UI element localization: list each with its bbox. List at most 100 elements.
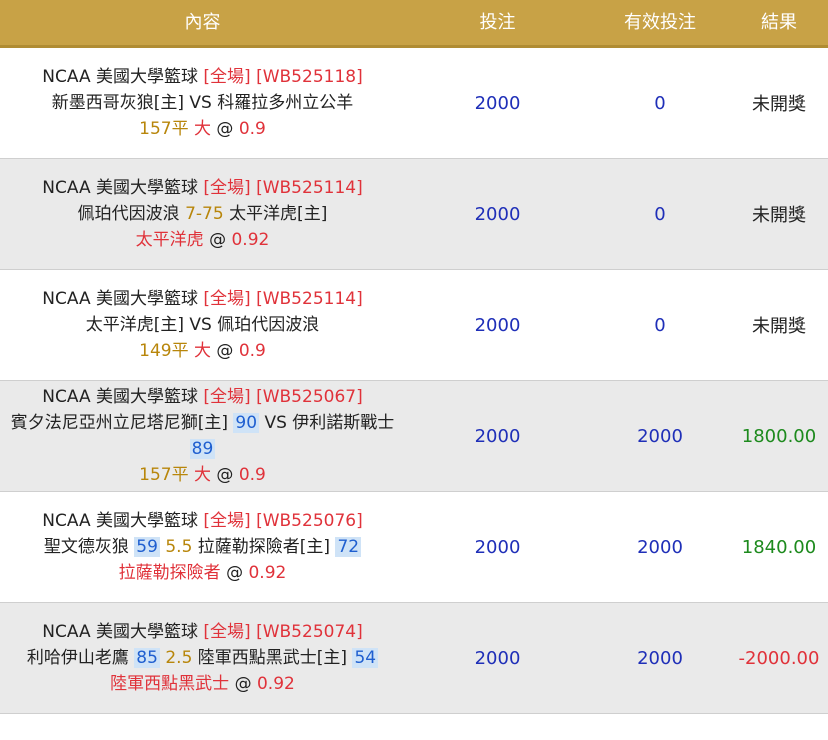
table-row[interactable]: NCAA 美國大學籃球 [全場] [WB525118] 新墨西哥灰狼[主] VS… [0, 48, 828, 159]
bet-code: [WB525076] [256, 511, 363, 531]
pick-line: 太平洋虎 @ 0.92 [136, 227, 270, 253]
table-row[interactable]: NCAA 美國大學籃球 [全場] [WB525067] 賓夕法尼亞州立尼塔尼獅[… [0, 381, 828, 492]
team-b: 陸軍西點黑武士[主] [197, 648, 348, 668]
pick-label: 拉薩勒探險者 [118, 563, 221, 583]
vs-label: VS [189, 93, 212, 113]
bet-code: [WB525114] [256, 289, 363, 309]
league-name: NCAA 美國大學籃球 [42, 511, 198, 531]
result-value: 1840.00 [741, 536, 817, 558]
pick-label: 太平洋虎 [135, 230, 204, 250]
bet-content: NCAA 美國大學籃球 [全場] [WB525076] 聖文德灰狼 59 5.5… [0, 492, 405, 602]
pick-label: 大 [194, 119, 211, 139]
bet-amount: 2000 [474, 203, 521, 225]
bet-title-line: NCAA 美國大學籃球 [全場] [WB525067] [42, 384, 362, 410]
bet-content: NCAA 美國大學籃球 [全場] [WB525074] 利哈伊山老鷹 85 2.… [0, 603, 405, 713]
table-row[interactable]: NCAA 美國大學籃球 [全場] [WB525074] 利哈伊山老鷹 85 2.… [0, 603, 828, 714]
table-row[interactable]: NCAA 美國大學籃球 [全場] [WB525076] 聖文德灰狼 59 5.5… [0, 492, 828, 603]
bet-content: NCAA 美國大學籃球 [全場] [WB525067] 賓夕法尼亞州立尼塔尼獅[… [0, 381, 405, 491]
pick-line: 拉薩勒探險者 @ 0.92 [119, 560, 287, 586]
period-tag: [全場] [203, 511, 251, 531]
home-team: 賓夕法尼亞州立尼塔尼獅[主] [10, 413, 228, 433]
valid-bet-amount: 0 [654, 314, 666, 336]
total-line: 157平 [139, 119, 189, 139]
odds-value: 0.9 [238, 465, 266, 485]
bet-amount: 2000 [474, 425, 521, 447]
league-name: NCAA 美國大學籃球 [42, 289, 198, 309]
period-tag: [全場] [203, 387, 251, 407]
odds-value: 0.92 [248, 563, 287, 583]
total-line: 149平 [139, 341, 189, 361]
team-a: 佩珀代因波浪 [77, 204, 180, 224]
column-header-result: 結果 [761, 12, 797, 33]
bet-code: [WB525118] [256, 67, 363, 87]
bet-amount: 2000 [474, 536, 521, 558]
team-a: 利哈伊山老鷹 [26, 648, 129, 668]
score-b: 54 [352, 648, 379, 668]
at-sign: @ [234, 674, 252, 694]
column-header-valid-bet: 有效投注 [624, 12, 696, 33]
bet-code: [WB525067] [256, 387, 363, 407]
score-b: 72 [335, 537, 362, 557]
column-header-bet: 投注 [479, 12, 516, 33]
home-score: 90 [233, 413, 260, 433]
valid-bet-amount: 2000 [637, 536, 683, 558]
league-name: NCAA 美國大學籃球 [42, 67, 198, 87]
league-name: NCAA 美國大學籃球 [42, 178, 198, 198]
matchup-line: 利哈伊山老鷹 85 2.5 陸軍西點黑武士[主] 54 [26, 645, 379, 671]
bet-title-line: NCAA 美國大學籃球 [全場] [WB525076] [42, 508, 362, 534]
pick-label: 大 [194, 341, 211, 361]
away-team: 伊利諾斯戰士 [292, 413, 395, 433]
table-header: 內容 投注 有效投注 結果 [0, 0, 828, 48]
bet-title-line: NCAA 美國大學籃球 [全場] [WB525114] [42, 286, 362, 312]
odds-value: 0.92 [231, 230, 270, 250]
home-team: 新墨西哥灰狼[主] [51, 93, 185, 113]
valid-bet-amount: 0 [654, 203, 666, 225]
pick-line: 陸軍西點黑武士 @ 0.92 [110, 671, 295, 697]
period-tag: [全場] [203, 178, 251, 198]
odds-value: 0.9 [238, 341, 266, 361]
away-team: 佩珀代因波浪 [217, 315, 320, 335]
matchup-line: 聖文德灰狼 59 5.5 拉薩勒探險者[主] 72 [43, 534, 362, 560]
score-a: 85 [134, 648, 160, 668]
matchup-line: 新墨西哥灰狼[主] VS 科羅拉多州立公羊 [52, 90, 354, 116]
pick-line: 157平 大 @ 0.9 [139, 462, 266, 488]
team-a: 聖文德灰狼 [43, 537, 129, 557]
matchup-line: 太平洋虎[主] VS 佩珀代因波浪 [86, 312, 320, 338]
league-name: NCAA 美國大學籃球 [42, 387, 198, 407]
at-sign: @ [216, 341, 234, 361]
pick-label: 大 [194, 465, 211, 485]
result-value: 1800.00 [741, 425, 817, 447]
team-b: 太平洋虎[主] [229, 204, 328, 224]
team-b: 拉薩勒探險者[主] [197, 537, 331, 557]
period-tag: [全場] [203, 289, 251, 309]
away-score: 89 [189, 439, 216, 459]
bet-history-table: 內容 投注 有效投注 結果 NCAA 美國大學籃球 [全場] [WB525118… [0, 0, 828, 714]
handicap-value: 5.5 [165, 537, 193, 557]
bet-amount: 2000 [474, 314, 521, 336]
matchup-line: 佩珀代因波浪 7-75 太平洋虎[主] [78, 201, 328, 227]
score-a: 59 [134, 537, 160, 557]
table-row[interactable]: NCAA 美國大學籃球 [全場] [WB525114] 太平洋虎[主] VS 佩… [0, 270, 828, 381]
bet-content: NCAA 美國大學籃球 [全場] [WB525114] 太平洋虎[主] VS 佩… [0, 270, 405, 380]
league-name: NCAA 美國大學籃球 [42, 622, 198, 642]
column-header-content: 內容 [184, 12, 221, 33]
period-tag: [全場] [203, 622, 251, 642]
bet-content: NCAA 美國大學籃球 [全場] [WB525114] 佩珀代因波浪 7-75 … [0, 159, 405, 269]
at-sign: @ [209, 230, 227, 250]
pick-line: 149平 大 @ 0.9 [139, 338, 266, 364]
handicap-value: 7-75 [185, 204, 224, 224]
table-row[interactable]: NCAA 美國大學籃球 [全場] [WB525114] 佩珀代因波浪 7-75 … [0, 159, 828, 270]
bet-title-line: NCAA 美國大學籃球 [全場] [WB525074] [42, 619, 362, 645]
matchup-line: 賓夕法尼亞州立尼塔尼獅[主] 90 VS 伊利諾斯戰士 [10, 410, 395, 436]
valid-bet-amount: 2000 [637, 647, 683, 669]
result-value: -2000.00 [738, 647, 820, 669]
bet-content: NCAA 美國大學籃球 [全場] [WB525118] 新墨西哥灰狼[主] VS… [0, 48, 405, 158]
pick-label: 陸軍西點黑武士 [110, 674, 230, 694]
vs-label: VS [264, 413, 287, 433]
pick-line: 157平 大 @ 0.9 [139, 116, 266, 142]
handicap-value: 2.5 [165, 648, 193, 668]
result-value: 未開獎 [752, 316, 806, 337]
at-sign: @ [226, 563, 244, 583]
total-line: 157平 [139, 465, 189, 485]
valid-bet-amount: 2000 [637, 425, 683, 447]
